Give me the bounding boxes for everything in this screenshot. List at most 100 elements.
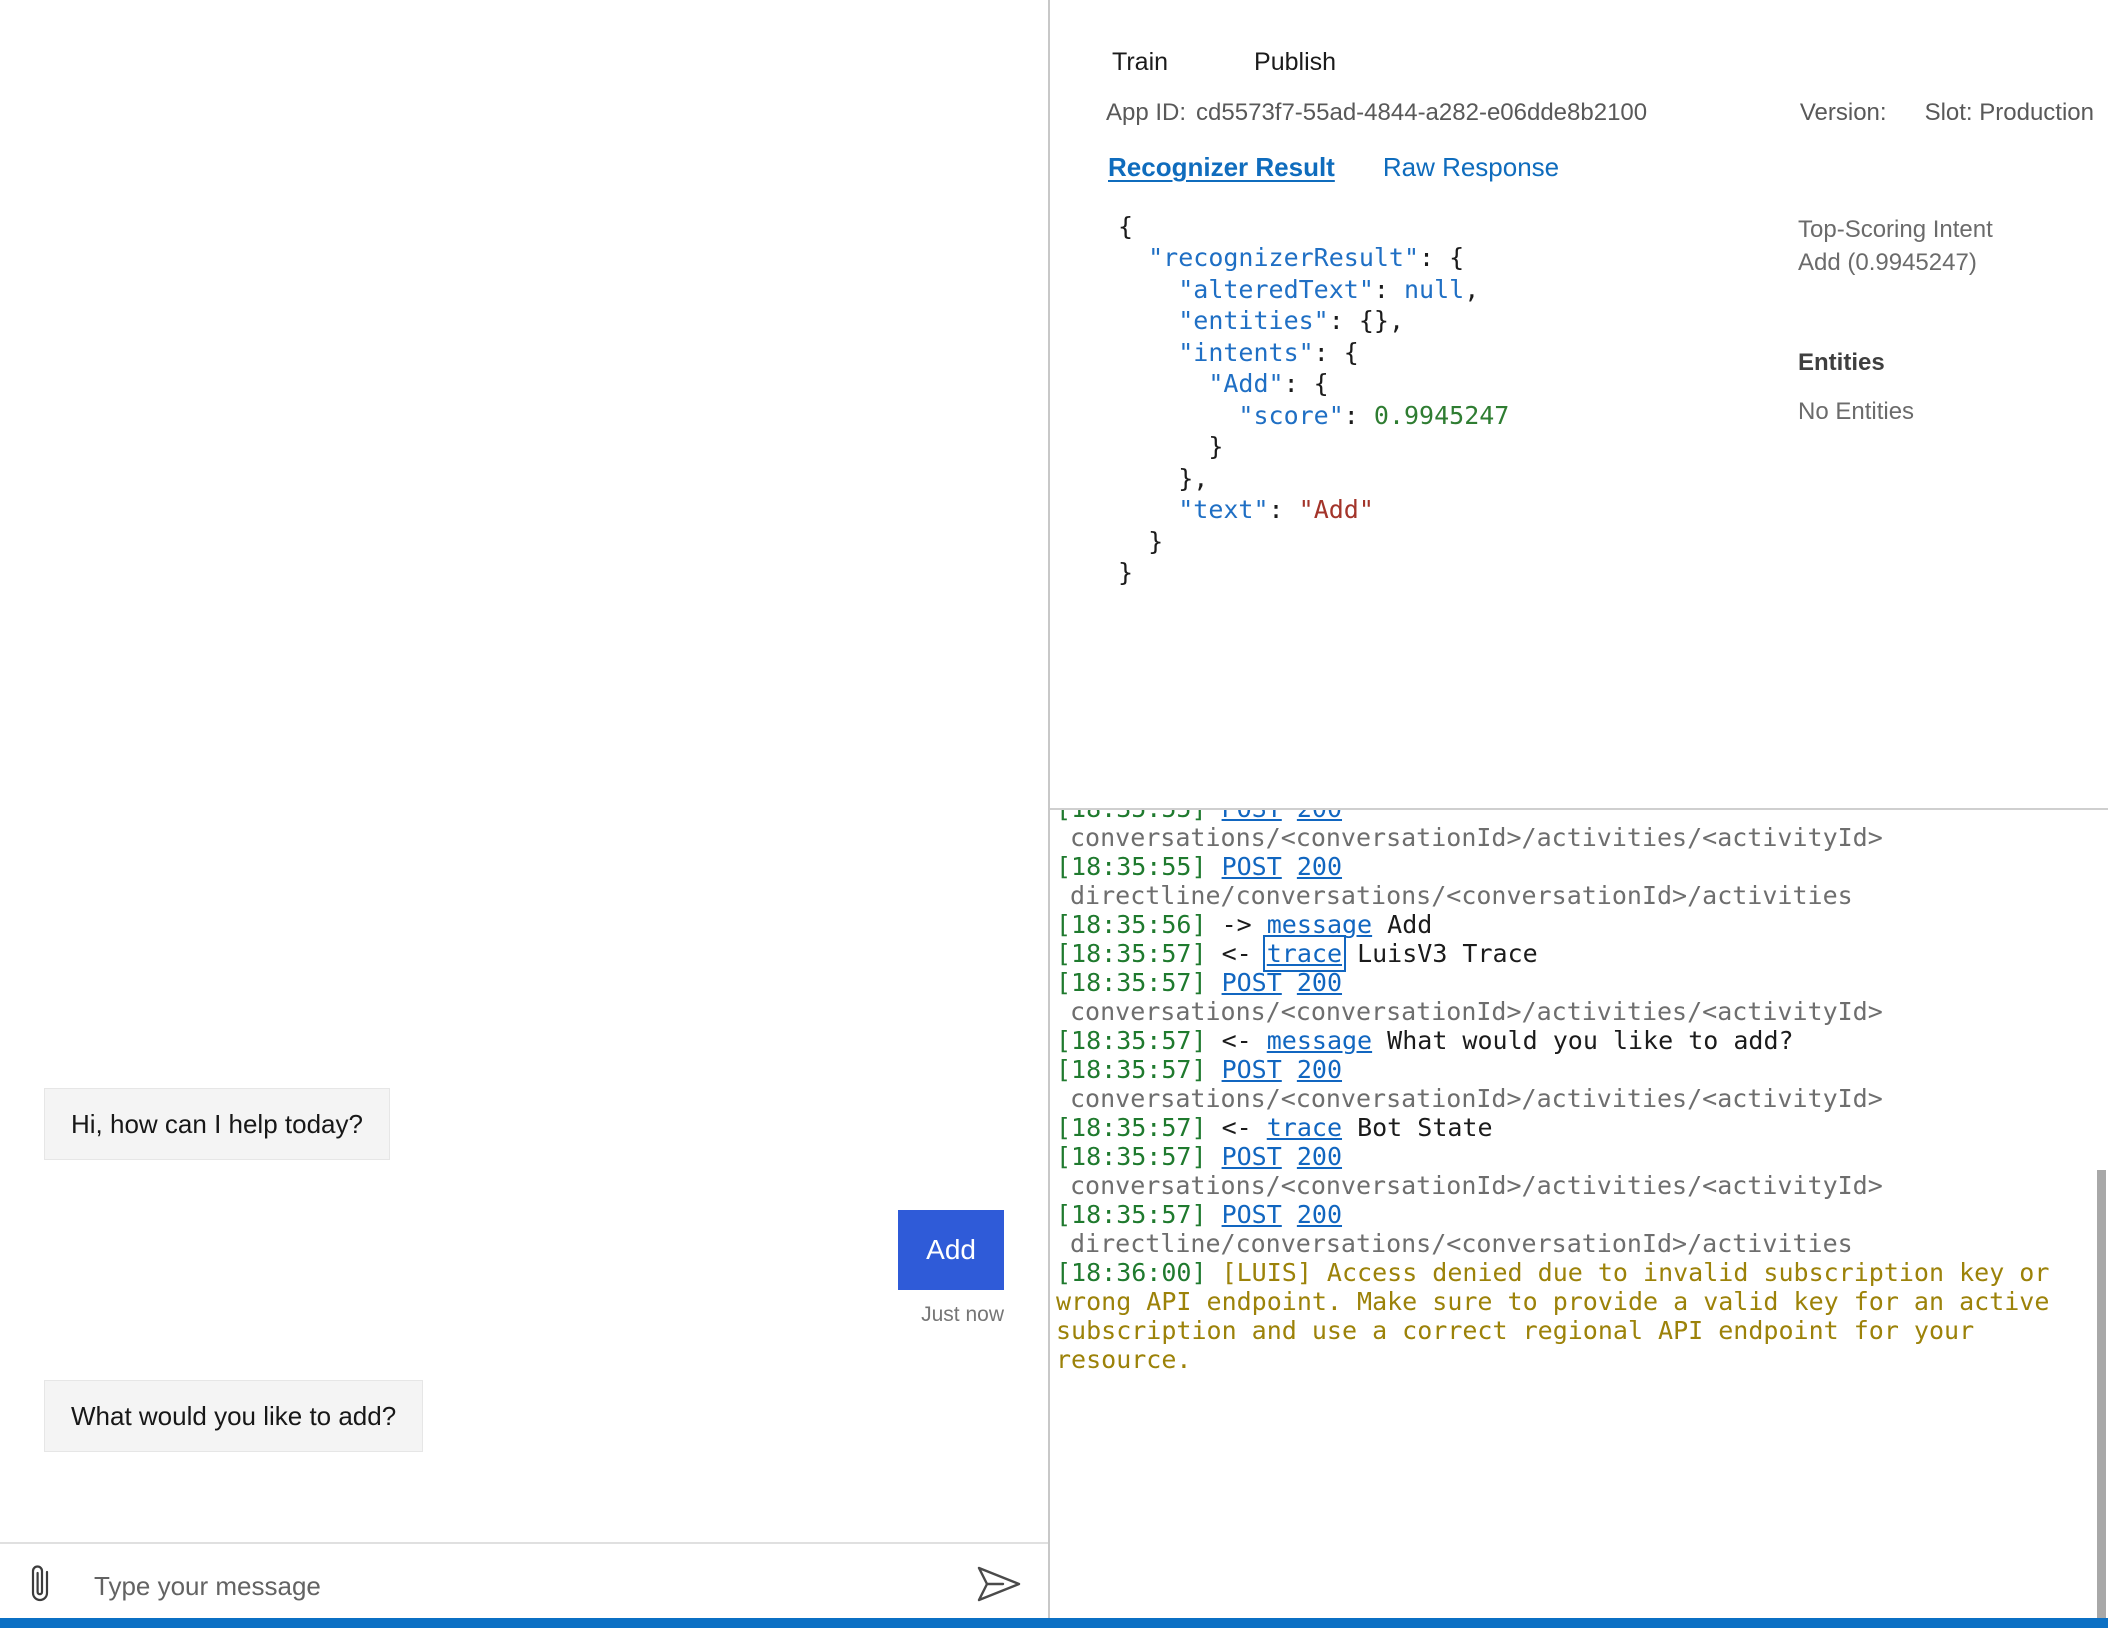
- log-url: directline/conversations/<conversationId…: [1070, 1229, 1853, 1258]
- inspector-summary: Top-Scoring Intent Add (0.9945247) Entit…: [1778, 211, 2108, 589]
- log-status-link[interactable]: 200: [1297, 810, 1342, 823]
- log-status-link[interactable]: 200: [1297, 1142, 1342, 1171]
- log-timestamp: [18:35:55]: [1056, 810, 1207, 823]
- log-line: [18:35:57] <- trace Bot State: [1056, 1113, 2082, 1142]
- log-line: [18:35:55] POST 200: [1056, 810, 2082, 823]
- log-url: conversations/<conversationId>/activitie…: [1070, 1171, 1883, 1200]
- tab-raw-response[interactable]: Raw Response: [1381, 153, 1561, 185]
- log-status-link[interactable]: 200: [1297, 1055, 1342, 1084]
- log-url: conversations/<conversationId>/activitie…: [1070, 997, 1883, 1026]
- chat-message-bot: Hi, how can I help today?: [44, 1088, 390, 1160]
- log-payload: Bot State: [1357, 1113, 1493, 1142]
- json-punct: }: [1208, 432, 1224, 462]
- log-url-line: directline/conversations/<conversationId…: [1056, 881, 2082, 910]
- bottom-accent-bar: [0, 1618, 2108, 1628]
- upload-file-button[interactable]: [8, 1554, 72, 1618]
- log-timestamp: [18:35:57]: [1056, 1142, 1207, 1171]
- app-id-value: cd5573f7-55ad-4844-a282-e06dde8b2100: [1196, 99, 1648, 126]
- log-method-link[interactable]: POST: [1222, 968, 1282, 997]
- json-punct: },: [1178, 463, 1209, 493]
- json-key: "intents": [1178, 337, 1314, 367]
- log-error-message: [LUIS] Access denied due to invalid subs…: [1056, 1258, 2065, 1374]
- inspector-actions: Train Publish: [1050, 0, 2108, 75]
- log-direction-arrow: ->: [1221, 910, 1252, 939]
- send-plane-icon: [976, 1564, 1022, 1609]
- entities-heading: Entities: [1798, 348, 1885, 376]
- log-method-link[interactable]: POST: [1222, 1055, 1282, 1084]
- json-key: "Add": [1208, 369, 1284, 399]
- chat-message-bot: What would you like to add?: [44, 1380, 424, 1452]
- inspector-version-slot: Version: Slot: Production: [1800, 101, 2108, 125]
- log-payload: What would you like to add?: [1387, 1026, 1794, 1055]
- log-url: directline/conversations/<conversationId…: [1070, 881, 1853, 910]
- log-entries: [18:35:55] POST 200 conversations/<conve…: [1050, 810, 2108, 1374]
- log-timestamp: [18:36:00]: [1056, 1258, 1207, 1287]
- slot-label: Slot: Production: [1924, 99, 2094, 126]
- chat-message-user: Add Just now: [898, 1210, 1004, 1325]
- log-panel: [18:35:55] POST 200 conversations/<conve…: [1050, 810, 2108, 1628]
- json-key: "entities": [1178, 306, 1329, 336]
- log-status-link[interactable]: 200: [1297, 968, 1342, 997]
- message-timestamp: Just now: [921, 1303, 1004, 1326]
- bot-message-bubble: What would you like to add?: [44, 1380, 424, 1452]
- bot-message-bubble: Hi, how can I help today?: [44, 1088, 390, 1160]
- log-method-link[interactable]: POST: [1222, 1200, 1282, 1229]
- json-key: "recognizerResult": [1148, 243, 1420, 273]
- log-activity-link[interactable]: message: [1267, 910, 1372, 939]
- json-null: null: [1404, 274, 1465, 304]
- log-timestamp: [18:35:55]: [1056, 852, 1207, 881]
- json-punct: ,: [1464, 274, 1480, 304]
- app-root: Hi, how can I help today? Add Just now W…: [0, 0, 2108, 1628]
- log-method-link[interactable]: POST: [1222, 1142, 1282, 1171]
- log-direction-arrow: <-: [1221, 939, 1252, 968]
- json-string: "Add": [1298, 495, 1374, 525]
- log-direction-arrow: <-: [1221, 1026, 1252, 1055]
- json-punct: : {},: [1328, 306, 1404, 336]
- message-input[interactable]: [72, 1556, 960, 1616]
- log-timestamp: [18:35:56]: [1056, 910, 1207, 939]
- log-method-link[interactable]: POST: [1222, 852, 1282, 881]
- log-url-line: conversations/<conversationId>/activitie…: [1056, 997, 2082, 1026]
- webchat-panel: Hi, how can I help today? Add Just now W…: [0, 0, 1050, 1628]
- json-punct: :: [1268, 495, 1299, 525]
- log-line: [18:35:57] <- trace LuisV3 Trace: [1056, 935, 2082, 972]
- top-scoring-intent-value: Add (0.9945247): [1798, 248, 1977, 276]
- send-button[interactable]: [960, 1551, 1038, 1621]
- log-activity-link[interactable]: message: [1267, 1026, 1372, 1055]
- log-error-line: [18:36:00] [LUIS] Access denied due to i…: [1056, 1258, 2082, 1374]
- inspector-meta: App ID: cd5573f7-55ad-4844-a282-e06dde8b…: [1050, 75, 2108, 125]
- log-scroll-viewport[interactable]: [18:35:55] POST 200 conversations/<conve…: [1050, 810, 2108, 1628]
- chat-transcript[interactable]: Hi, how can I help today? Add Just now W…: [0, 0, 1048, 1542]
- log-activity-link[interactable]: trace: [1267, 1113, 1342, 1142]
- json-punct: }: [1148, 526, 1164, 556]
- log-timestamp: [18:35:57]: [1056, 1055, 1207, 1084]
- json-key: "score": [1238, 400, 1344, 430]
- log-url-line: conversations/<conversationId>/activitie…: [1056, 1084, 2082, 1113]
- app-id-label: App ID:: [1106, 99, 1187, 126]
- json-key: "alteredText": [1178, 274, 1374, 304]
- sendbox: [0, 1542, 1048, 1628]
- log-scrollbar[interactable]: [2097, 1170, 2106, 1618]
- publish-button[interactable]: Publish: [1254, 50, 1336, 75]
- log-status-link[interactable]: 200: [1297, 852, 1342, 881]
- log-url-line: directline/conversations/<conversationId…: [1056, 1229, 2082, 1258]
- tab-recognizer-result[interactable]: Recognizer Result: [1106, 153, 1337, 185]
- log-activity-link[interactable]: trace: [1262, 935, 1347, 972]
- log-line: [18:35:57] <- message What would you lik…: [1056, 1026, 2082, 1055]
- entities-value: No Entities: [1798, 398, 1915, 425]
- json-punct: : {: [1283, 369, 1329, 399]
- train-button[interactable]: Train: [1112, 50, 1168, 75]
- log-timestamp: [18:35:57]: [1056, 968, 1207, 997]
- json-punct: }: [1118, 558, 1134, 588]
- log-line: [18:35:56] -> message Add: [1056, 910, 2082, 939]
- log-status-link[interactable]: 200: [1297, 1200, 1342, 1229]
- json-punct: : {: [1313, 337, 1359, 367]
- log-url: conversations/<conversationId>/activitie…: [1070, 823, 1883, 852]
- user-message-bubble: Add: [898, 1210, 1004, 1290]
- log-line: [18:35:57] POST 200: [1056, 1200, 2082, 1229]
- inspector-and-log: Train Publish App ID: cd5573f7-55ad-4844…: [1050, 0, 2108, 1628]
- inspector-body: { "recognizerResult": { "alteredText": n…: [1050, 185, 2108, 589]
- json-punct: :: [1343, 400, 1374, 430]
- log-method-link[interactable]: POST: [1222, 810, 1282, 823]
- log-line: [18:35:57] POST 200: [1056, 1142, 2082, 1171]
